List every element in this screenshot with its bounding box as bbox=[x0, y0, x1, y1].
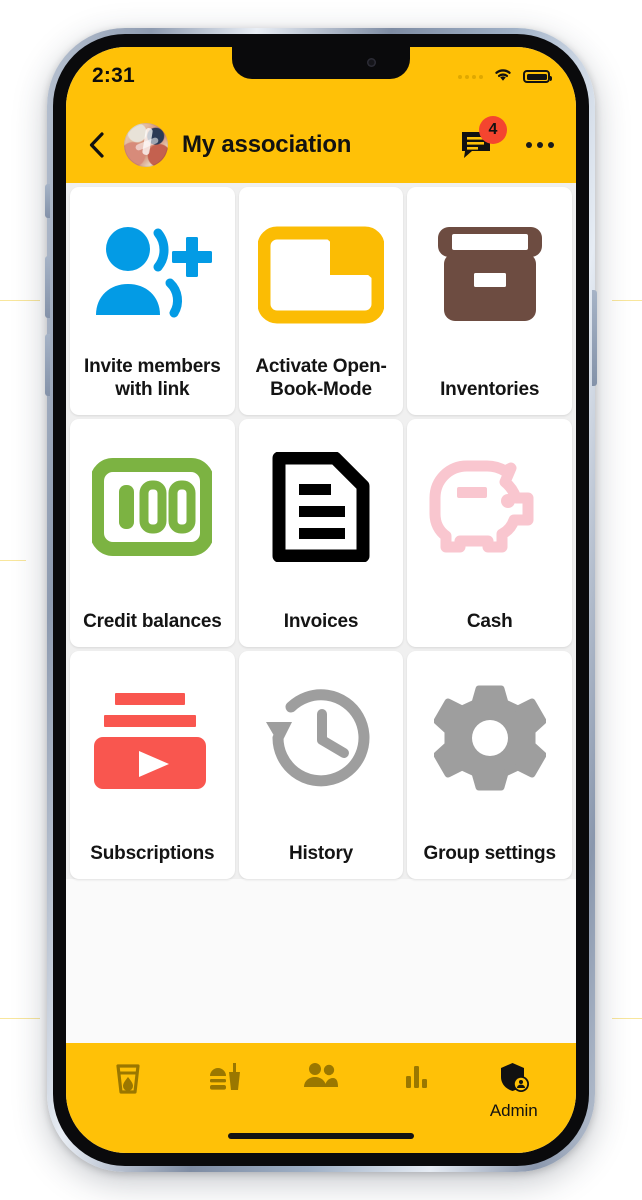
guide-mark bbox=[0, 560, 26, 561]
status-indicators bbox=[458, 63, 552, 87]
power-button[interactable] bbox=[592, 290, 597, 386]
guide-mark bbox=[0, 1018, 40, 1019]
app-bar: My association 4 bbox=[66, 107, 576, 183]
tile-label: History bbox=[288, 842, 354, 864]
status-clock: 2:31 bbox=[92, 64, 135, 87]
notch bbox=[232, 47, 410, 79]
back-chevron-icon[interactable] bbox=[84, 132, 110, 158]
tile-subscriptions[interactable]: Subscriptions bbox=[70, 651, 235, 879]
front-camera-icon bbox=[367, 58, 376, 67]
status-bar: 2:31 bbox=[66, 47, 576, 107]
phone-bezel: 2:31 My association 4 Invite members wit… bbox=[53, 34, 589, 1166]
empty-space bbox=[66, 879, 576, 1043]
people-icon bbox=[303, 1061, 339, 1096]
tile-open-book-mode[interactable]: Activate Open-Book-Mode bbox=[238, 187, 404, 415]
tile-label: Invite members with link bbox=[84, 356, 221, 400]
tile-label: Group settings bbox=[423, 842, 557, 864]
tile-credit-balances[interactable]: Credit balances bbox=[70, 419, 235, 647]
folder-open-icon bbox=[257, 209, 384, 341]
screenshot-canvas: 2:31 My association 4 Invite members wit… bbox=[0, 0, 642, 1200]
messages-badge: 4 bbox=[479, 116, 507, 144]
nav-item-drinks[interactable] bbox=[85, 1061, 171, 1103]
tile-label: Cash bbox=[466, 610, 513, 632]
more-options-icon[interactable] bbox=[526, 142, 554, 148]
page-title: My association bbox=[182, 131, 352, 158]
bottom-navigation: Admin bbox=[66, 1043, 576, 1153]
piggy-bank-icon bbox=[427, 441, 553, 573]
tile-label: Subscriptions bbox=[90, 842, 215, 864]
subscriptions-icon bbox=[92, 673, 212, 805]
archive-box-icon bbox=[434, 209, 546, 341]
guide-mark bbox=[0, 300, 40, 301]
nav-item-food[interactable] bbox=[182, 1061, 268, 1103]
volume-up-button[interactable] bbox=[45, 256, 50, 318]
nav-label: Admin bbox=[489, 1101, 538, 1120]
banknote-100-icon bbox=[92, 441, 213, 573]
drink-cup-icon bbox=[113, 1061, 143, 1100]
tile-cash[interactable]: Cash bbox=[407, 419, 572, 647]
avatar[interactable] bbox=[124, 123, 168, 167]
tile-label: Credit balances bbox=[83, 610, 222, 632]
person-add-icon bbox=[86, 209, 218, 341]
tile-label: Activate Open-Book-Mode bbox=[255, 356, 387, 400]
guide-mark bbox=[612, 1018, 642, 1019]
nav-item-statistics[interactable] bbox=[374, 1061, 460, 1099]
home-indicator[interactable] bbox=[228, 1133, 414, 1139]
tile-inventories[interactable]: Inventories bbox=[407, 187, 572, 415]
admin-shield-icon bbox=[498, 1061, 530, 1098]
wifi-icon bbox=[492, 66, 514, 87]
tile-invoices[interactable]: Invoices bbox=[238, 419, 404, 647]
tile-history[interactable]: History bbox=[238, 651, 404, 879]
tile-label: Invoices bbox=[283, 610, 359, 632]
phone-frame: 2:31 My association 4 Invite members wit… bbox=[45, 28, 597, 1172]
gear-icon bbox=[433, 673, 546, 805]
nav-item-people[interactable] bbox=[278, 1061, 364, 1099]
phone-screen: 2:31 My association 4 Invite members wit… bbox=[66, 47, 576, 1153]
mute-switch[interactable] bbox=[45, 184, 50, 218]
guide-mark bbox=[612, 300, 642, 301]
messages-button[interactable]: 4 bbox=[460, 116, 507, 162]
main-content: Invite members with link Activate Open-B… bbox=[66, 183, 576, 1043]
history-clock-icon bbox=[262, 673, 380, 805]
battery-full-icon bbox=[523, 70, 552, 83]
tile-invite-members[interactable]: Invite members with link bbox=[70, 187, 235, 415]
document-lines-icon bbox=[269, 441, 373, 573]
admin-tile-grid: Invite members with link Activate Open-B… bbox=[66, 183, 576, 879]
volume-down-button[interactable] bbox=[45, 334, 50, 396]
tile-group-settings[interactable]: Group settings bbox=[407, 651, 572, 879]
fast-food-icon bbox=[208, 1061, 242, 1100]
nav-item-admin[interactable]: Admin bbox=[471, 1061, 557, 1121]
tile-label: Inventories bbox=[440, 378, 540, 400]
cellular-dots-icon bbox=[458, 74, 483, 79]
bar-chart-icon bbox=[403, 1061, 431, 1096]
